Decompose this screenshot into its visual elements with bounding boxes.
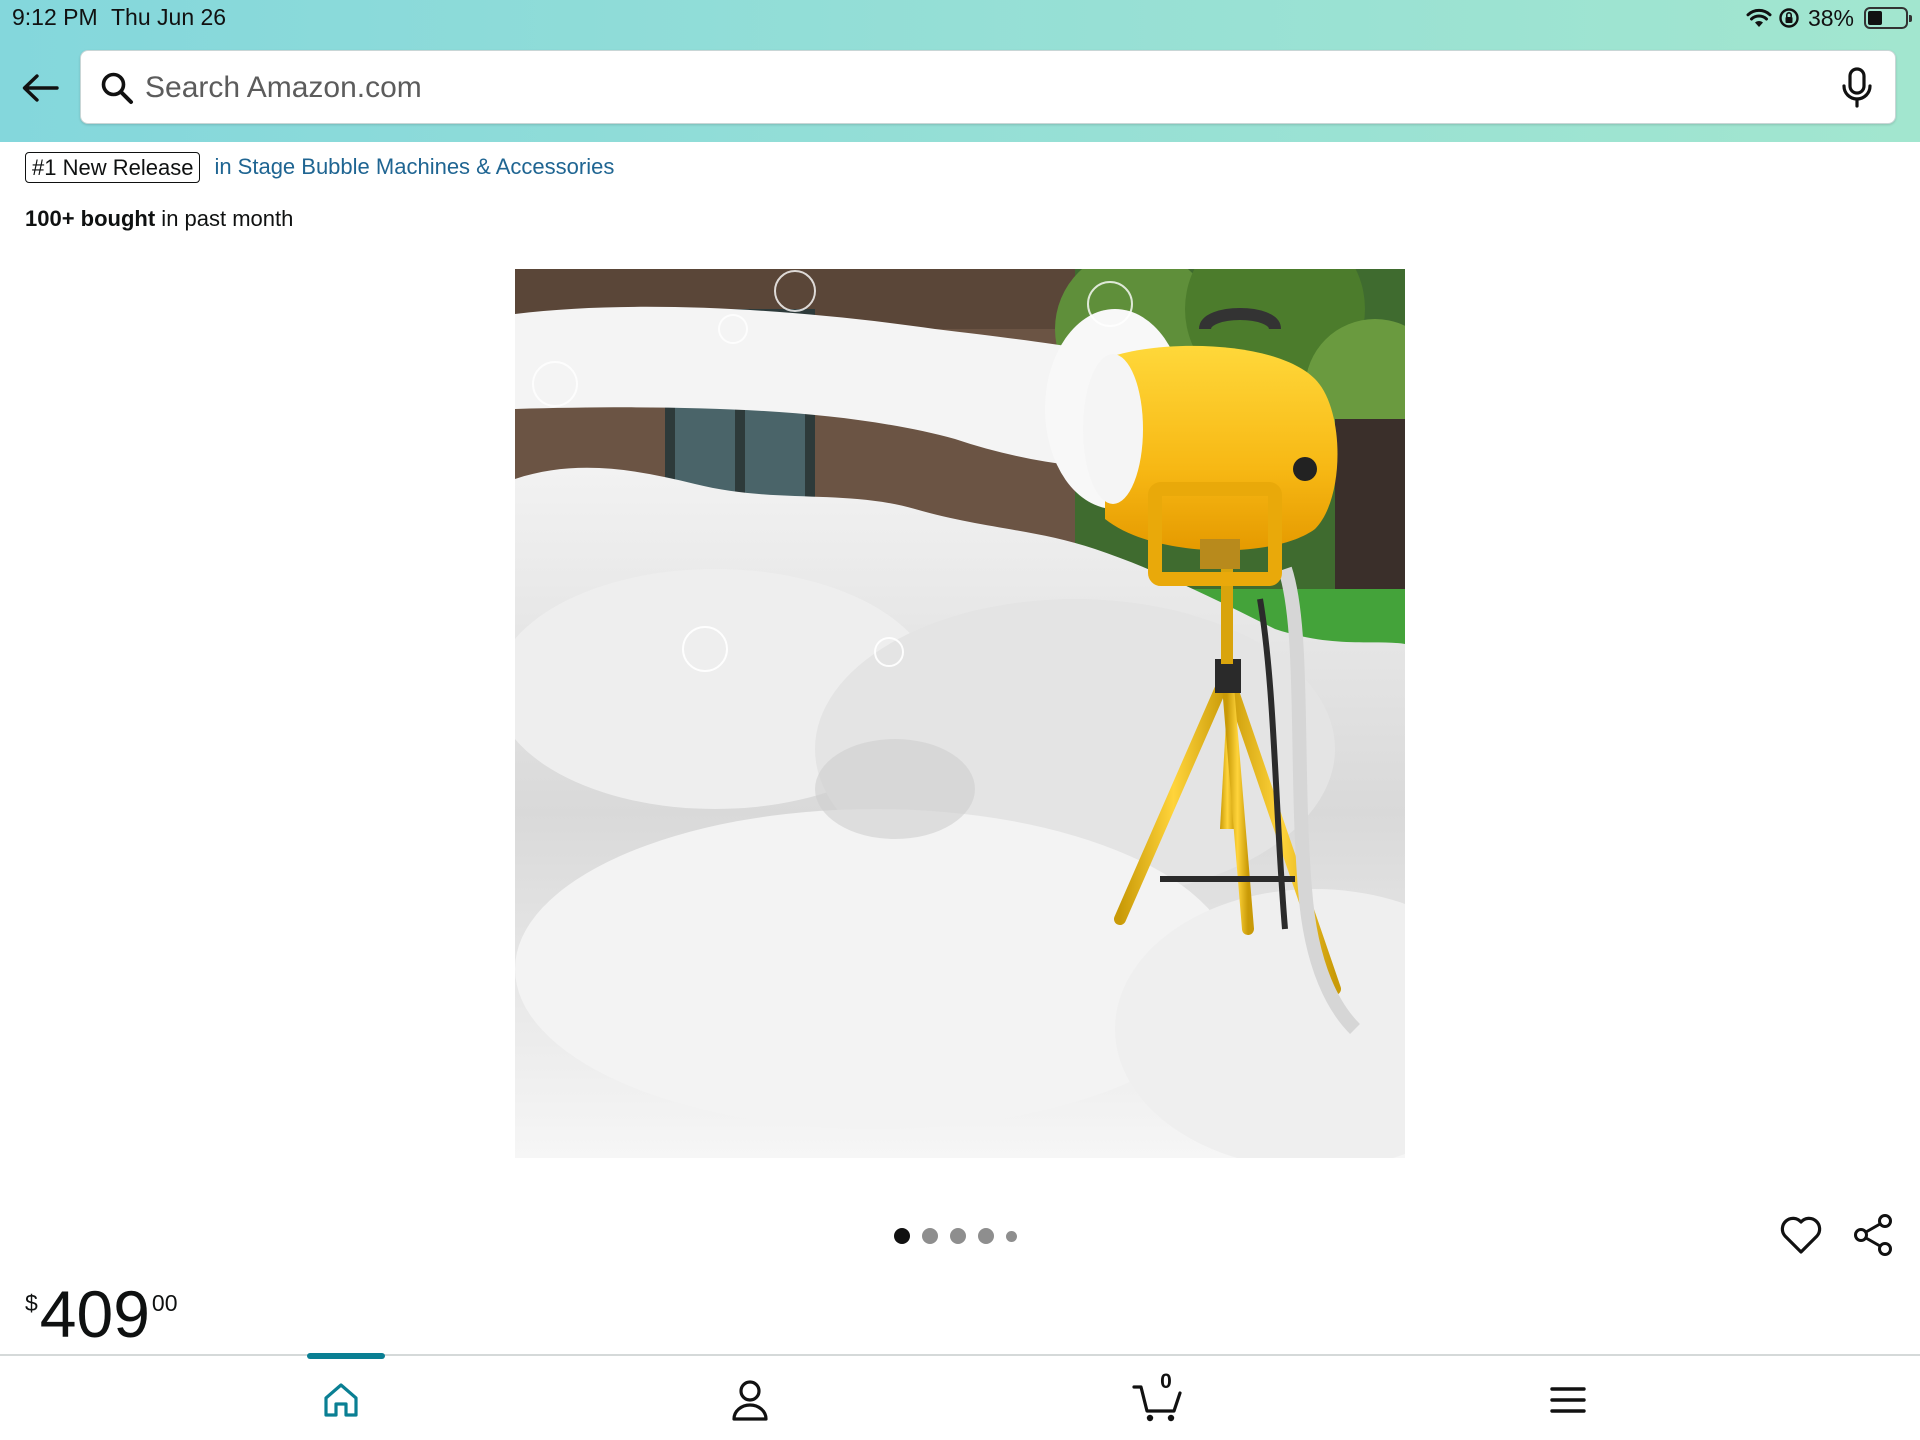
carousel-dot[interactable]	[978, 1228, 994, 1244]
status-time: 9:12 PM	[12, 4, 98, 30]
new-release-badge[interactable]: #1 New Release	[25, 151, 201, 183]
carousel-dot[interactable]	[1006, 1230, 1017, 1242]
status-indicators: 38%	[1746, 4, 1912, 32]
price-whole: 409	[39, 1277, 150, 1351]
search-icon	[101, 72, 133, 104]
bottom-nav: 0	[0, 1353, 1920, 1440]
product-image[interactable]	[515, 269, 1405, 1158]
bought-count: 100+ bought	[25, 206, 156, 231]
carousel-dot[interactable]	[922, 1228, 938, 1244]
nav-menu[interactable]	[1538, 1374, 1598, 1426]
battery-fill	[1868, 11, 1882, 25]
price-symbol: $	[25, 1290, 38, 1316]
account-icon	[732, 1380, 768, 1421]
status-bar: 9:12 PM Thu Jun 26 38%	[0, 0, 1920, 36]
bought-text: in past month	[155, 206, 294, 231]
bought-in-past-month: 100+ bought in past month	[25, 206, 293, 232]
foam-machine-image	[515, 269, 1405, 1158]
battery-cap	[1909, 15, 1912, 22]
active-tab-indicator	[307, 1353, 385, 1359]
image-carousel-dots	[894, 1227, 1017, 1245]
heart-icon[interactable]	[1779, 1214, 1823, 1256]
wifi-icon	[1746, 8, 1772, 28]
search-input[interactable]	[145, 59, 1785, 117]
location-lock-icon	[1778, 7, 1800, 29]
cart-count: 0	[1160, 1370, 1172, 1393]
carousel-dot[interactable]	[950, 1228, 966, 1244]
nav-home[interactable]	[311, 1374, 371, 1426]
battery-icon	[1864, 7, 1912, 29]
status-date: Thu Jun 26	[111, 4, 227, 30]
category-link[interactable]: in Stage Bubble Machines & Accessories	[214, 154, 614, 180]
arrow-left-icon	[22, 74, 59, 102]
top-header: 9:12 PM Thu Jun 26 38%	[0, 0, 1920, 142]
back-button[interactable]	[18, 66, 62, 110]
product-price: $ 409 00	[25, 1278, 178, 1350]
carousel-dot[interactable]	[894, 1228, 910, 1244]
share-icon[interactable]	[1852, 1213, 1896, 1257]
microphone-icon[interactable]	[1839, 67, 1875, 109]
nav-cart[interactable]: 0	[1128, 1370, 1188, 1426]
nav-account[interactable]	[720, 1374, 780, 1426]
battery-percent: 38%	[1807, 4, 1854, 31]
best-seller-row: #1 New Release in Stage Bubble Machines …	[25, 151, 614, 183]
home-icon	[324, 1383, 358, 1417]
search-box[interactable]	[80, 50, 1896, 124]
price-fraction: 00	[151, 1290, 178, 1316]
menu-icon	[1550, 1387, 1586, 1413]
